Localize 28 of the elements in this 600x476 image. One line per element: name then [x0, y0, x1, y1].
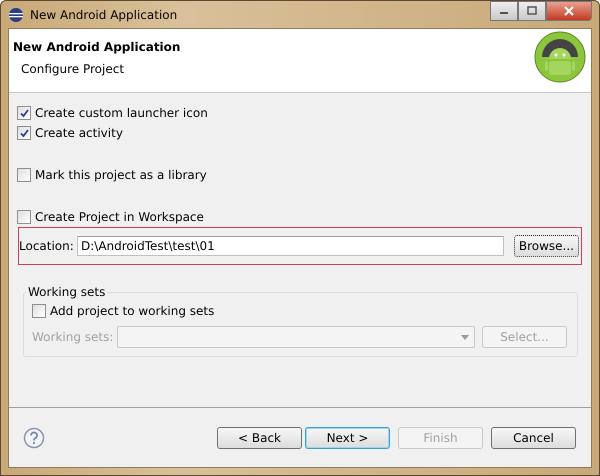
dialog-button[interactable]: < Back — [217, 426, 302, 448]
window-title: New Android Application — [30, 8, 178, 22]
page-subtitle: Configure Project — [21, 62, 126, 76]
checkbox-label: Add project to working sets — [50, 304, 214, 318]
location-label: Location: — [19, 239, 75, 253]
checkbox-label: Create activity — [35, 126, 123, 140]
page-title: New Android Application — [13, 40, 180, 54]
globe-icon — [8, 6, 24, 22]
group-title: Working sets — [27, 285, 106, 299]
minimize-button[interactable] — [490, 1, 518, 21]
location-field[interactable]: D:\AndroidTest\test\01 — [77, 236, 504, 256]
help-icon[interactable] — [23, 426, 45, 448]
caret-icon — [461, 334, 469, 340]
close-button[interactable] — [546, 1, 592, 21]
checkbox-label: Create custom launcher icon — [35, 106, 208, 120]
working-sets-label: Working sets: — [32, 330, 114, 344]
checkbox[interactable] — [17, 106, 31, 120]
dialog-button[interactable]: Next > — [305, 426, 390, 448]
checkbox-label: Mark this project as a library — [35, 168, 207, 182]
dialog-button[interactable]: Cancel — [491, 426, 576, 448]
checkbox[interactable] — [17, 210, 31, 224]
browse-button[interactable]: Browse... — [514, 235, 579, 257]
checkbox[interactable] — [17, 126, 31, 140]
checkbox-label: Create Project in Workspace — [35, 210, 204, 224]
checkbox[interactable] — [17, 168, 31, 182]
maximize-icon — [527, 6, 537, 16]
close-icon — [564, 6, 574, 16]
maximize-button[interactable] — [518, 1, 546, 21]
